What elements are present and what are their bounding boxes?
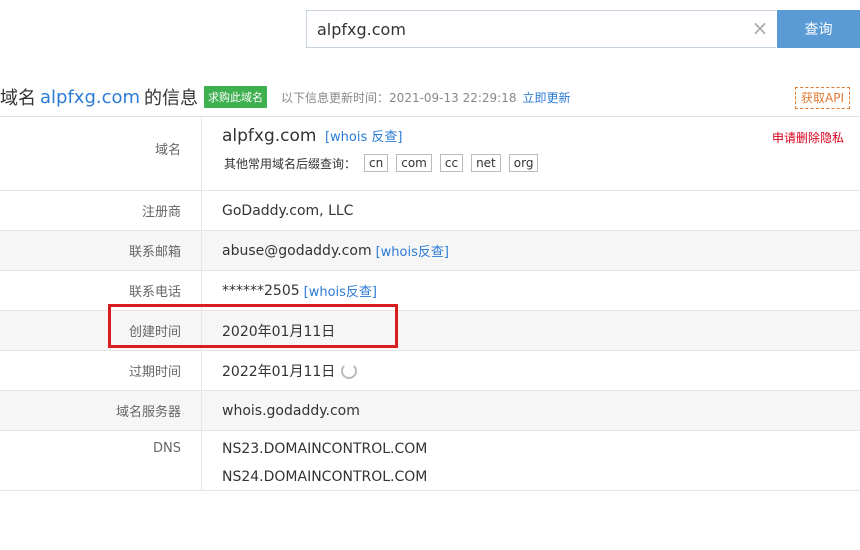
table-row-domain: 域名 alpfxg.com [whois 反查] 其他常用域名后缀查询： cn …: [0, 117, 860, 191]
row-label: 注册商: [0, 191, 202, 230]
nameserver-value: whois.godaddy.com: [222, 402, 360, 419]
suffix-cn-button[interactable]: cn: [364, 154, 389, 172]
row-label: 过期时间: [0, 351, 202, 390]
get-api-button[interactable]: 获取API: [795, 87, 850, 109]
heading-prefix: 域名: [0, 88, 36, 109]
email-value: abuse@godaddy.com: [222, 242, 372, 259]
row-value: abuse@godaddy.com [whois反查]: [202, 231, 860, 270]
created-date-value: 2020年01月11日: [222, 323, 336, 340]
domain-value: alpfxg.com: [222, 126, 317, 146]
email-whois-link[interactable]: [whois反查]: [376, 241, 449, 260]
heading-suffix: 的信息: [144, 88, 199, 109]
buy-domain-button[interactable]: 求购此域名: [204, 86, 268, 108]
search-input[interactable]: [306, 10, 776, 48]
table-row-created: 创建时间 2020年01月11日: [0, 311, 860, 351]
page-heading: 域名 alpfxg.com 的信息 求购此域名 以下信息更新时间：2021-09…: [0, 84, 571, 110]
suffix-org-button[interactable]: org: [508, 154, 539, 172]
row-value: NS23.DOMAINCONTROL.COM NS24.DOMAINCONTRO…: [202, 431, 860, 490]
row-label: 域名服务器: [0, 391, 202, 430]
remove-privacy-link[interactable]: 申请删除隐私: [772, 129, 844, 146]
whois-reverse-link[interactable]: [whois 反查]: [325, 130, 403, 145]
search-button[interactable]: 查询: [777, 10, 860, 48]
row-label: 域名: [0, 117, 202, 190]
search-bar: × 查询: [306, 10, 860, 48]
dns-server: NS24.DOMAINCONTROL.COM: [222, 469, 428, 485]
row-label: 联系电话: [0, 271, 202, 310]
row-value: 2022年01月11日: [202, 351, 860, 390]
whois-info-table: 域名 alpfxg.com [whois 反查] 其他常用域名后缀查询： cn …: [0, 116, 860, 491]
update-now-link[interactable]: 立即更新: [523, 89, 571, 106]
suffix-label: 其他常用域名后缀查询：: [224, 156, 357, 171]
suffix-net-button[interactable]: net: [471, 154, 501, 172]
table-row-nameserver: 域名服务器 whois.godaddy.com: [0, 391, 860, 431]
table-row-expires: 过期时间 2022年01月11日: [0, 351, 860, 391]
phone-whois-link[interactable]: [whois反查]: [304, 281, 377, 300]
phone-value: ******2505: [222, 282, 300, 299]
heading-domain-link[interactable]: alpfxg.com: [40, 87, 140, 108]
update-time-text: 以下信息更新时间：2021-09-13 22:29:18: [281, 90, 517, 105]
table-row-email: 联系邮箱 abuse@godaddy.com [whois反查]: [0, 231, 860, 271]
close-icon[interactable]: ×: [750, 18, 770, 38]
row-label: 创建时间: [0, 311, 202, 350]
table-row-phone: 联系电话 ******2505 [whois反查]: [0, 271, 860, 311]
suffix-query-line: 其他常用域名后缀查询： cn com cc net org: [222, 154, 539, 172]
suffix-com-button[interactable]: com: [396, 154, 432, 172]
dns-server: NS23.DOMAINCONTROL.COM: [222, 441, 428, 457]
expires-date-value: 2022年01月11日: [222, 363, 336, 380]
table-row-registrar: 注册商 GoDaddy.com, LLC: [0, 191, 860, 231]
suffix-cc-button[interactable]: cc: [439, 154, 464, 172]
row-label: 联系邮箱: [0, 231, 202, 270]
row-value: ******2505 [whois反查]: [202, 271, 860, 310]
row-value: alpfxg.com [whois 反查] 其他常用域名后缀查询： cn com…: [202, 117, 860, 190]
loading-icon: [341, 362, 358, 379]
table-row-dns: DNS NS23.DOMAINCONTROL.COM NS24.DOMAINCO…: [0, 431, 860, 491]
registrar-value: GoDaddy.com, LLC: [222, 202, 354, 219]
row-label: DNS: [0, 431, 202, 490]
